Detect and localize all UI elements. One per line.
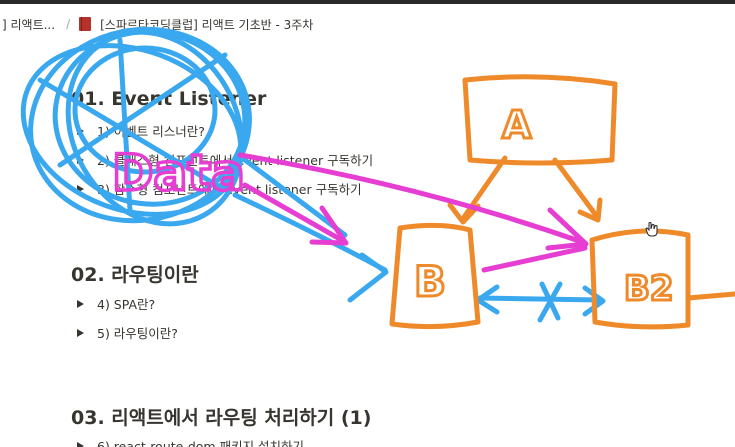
section-heading-react-routing: 03. 리액트에서 라우팅 처리하기 (1) [71, 407, 372, 429]
section-heading-routing: 02. 라우팅이란 [71, 264, 199, 286]
toggle-item[interactable]: 3) 함수형 컴포넌트에서 event listener 구독하기 [77, 179, 362, 198]
toggle-item[interactable]: 1) 이벤트 리스너란? [77, 121, 205, 140]
toggle-triangle-icon[interactable] [77, 184, 84, 193]
toggle-item[interactable]: 4) SPA란? [77, 294, 155, 313]
hand-cursor-icon [645, 222, 658, 237]
toggle-triangle-icon[interactable] [77, 155, 84, 164]
toggle-item[interactable]: 5) 라우팅이란? [77, 323, 178, 342]
toggle-triangle-icon[interactable] [77, 299, 84, 308]
toggle-item[interactable]: 2) 클래스형 컴포넌트에서 event listener 구독하기 [77, 150, 373, 169]
toggle-item[interactable]: 6) react-route-dom 패키지 설치하기 [77, 436, 304, 447]
toggle-triangle-icon[interactable] [77, 441, 84, 447]
toggle-label: 2) 클래스형 컴포넌트에서 event listener 구독하기 [97, 153, 374, 168]
page-content: 01. Event Listener 1) 이벤트 리스너란? 2) 클래스형 … [0, 0, 735, 447]
toggle-label: 3) 함수형 컴포넌트에서 event listener 구독하기 [97, 182, 362, 197]
toggle-triangle-icon[interactable] [77, 126, 84, 135]
toggle-label: 4) SPA란? [97, 297, 156, 312]
toggle-triangle-icon[interactable] [77, 328, 84, 337]
toggle-label: 6) react-route-dom 패키지 설치하기 [97, 439, 305, 447]
toggle-label: 1) 이벤트 리스너란? [97, 124, 205, 139]
section-heading-event-listener: 01. Event Listener [71, 88, 267, 110]
toggle-label: 5) 라우팅이란? [97, 326, 178, 341]
